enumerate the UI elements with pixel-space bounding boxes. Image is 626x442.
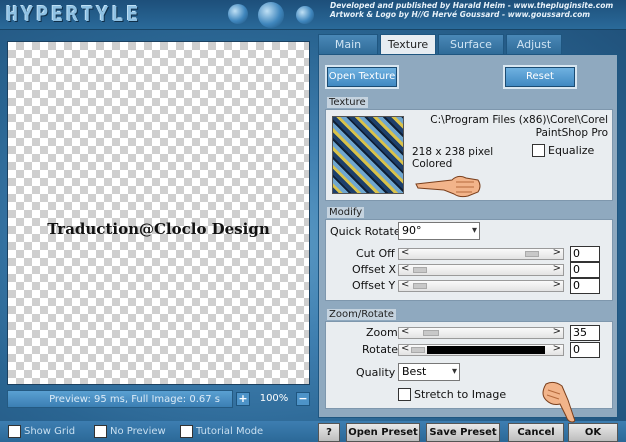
credits-line: Developed and published by Harald Heim -… xyxy=(330,1,614,10)
checkbox-box[interactable] xyxy=(180,425,193,438)
zoom-slider[interactable]: < > xyxy=(398,326,564,339)
equalize-checkbox[interactable]: Equalize xyxy=(532,144,594,157)
slider-thumb[interactable] xyxy=(525,251,539,257)
rotate-input[interactable]: 0 xyxy=(570,342,600,358)
arrow-left-icon[interactable]: < xyxy=(401,279,409,290)
show-grid-label: Show Grid xyxy=(24,426,76,437)
bubble-decoration xyxy=(228,4,248,24)
slider-thumb[interactable] xyxy=(413,267,427,273)
ok-button[interactable]: OK xyxy=(568,423,618,442)
slider-thumb[interactable] xyxy=(413,283,427,289)
stretch-label: Stretch to Image xyxy=(414,388,507,401)
preview-status: Preview: 95 ms, Full Image: 0.67 s xyxy=(7,390,233,408)
pointing-hand-icon xyxy=(415,175,481,198)
checkbox-box[interactable] xyxy=(398,388,411,401)
quick-rotate-select[interactable]: 90° ▾ xyxy=(398,222,480,240)
arrow-left-icon[interactable]: < xyxy=(401,326,409,337)
help-button[interactable]: ? xyxy=(318,423,340,442)
cancel-button[interactable]: Cancel xyxy=(508,423,564,442)
arrow-right-icon[interactable]: > xyxy=(553,247,561,258)
arrow-right-icon[interactable]: > xyxy=(553,326,561,337)
quick-rotate-label: Quick Rotate xyxy=(330,225,401,238)
checkbox-box[interactable] xyxy=(532,144,545,157)
offset-x-input[interactable]: 0 xyxy=(570,262,600,278)
show-grid-checkbox[interactable]: Show Grid xyxy=(8,425,75,438)
arrow-left-icon[interactable]: < xyxy=(401,247,409,258)
checkbox-box[interactable] xyxy=(8,425,21,438)
texture-size: 218 x 238 pixel xyxy=(412,146,494,158)
texture-thumbnail[interactable] xyxy=(332,116,404,194)
arrow-left-icon[interactable]: < xyxy=(401,343,409,354)
slider-thumb[interactable] xyxy=(411,347,425,353)
preview-canvas[interactable]: Traduction@Cloclo Design xyxy=(7,41,310,385)
texture-mode: Colored xyxy=(412,158,453,170)
zoom-out-button[interactable]: − xyxy=(296,392,310,406)
equalize-label: Equalize xyxy=(548,144,595,157)
zoom-in-button[interactable]: + xyxy=(236,392,250,406)
arrow-left-icon[interactable]: < xyxy=(401,263,409,274)
modify-section: Quick Rotate 90° ▾ Cut Off < > 0 Offset … xyxy=(325,219,613,301)
settings-panel: Main Texture Surface Adjust Open Texture… xyxy=(318,34,618,418)
quality-value: Best xyxy=(402,365,427,378)
texture-tab-panel: Open Texture Reset Texture C:\Program Fi… xyxy=(318,54,618,418)
zoom-level: 100% xyxy=(259,393,289,404)
logo: HYPERTYLE xyxy=(6,2,142,26)
section-title-texture: Texture xyxy=(327,97,368,108)
arrow-right-icon[interactable]: > xyxy=(553,263,561,274)
chevron-down-icon: ▾ xyxy=(471,225,477,236)
watermark-text: Traduction@Cloclo Design xyxy=(47,220,270,238)
offset-y-slider[interactable]: < > xyxy=(398,279,564,292)
reset-button[interactable]: Reset xyxy=(503,65,577,89)
zoom-label: Zoom xyxy=(366,326,398,339)
texture-path: C:\Program Files (x86)\Corel\Corel Paint… xyxy=(430,114,608,139)
cut-off-slider[interactable]: < > xyxy=(398,247,564,260)
tab-main[interactable]: Main xyxy=(318,34,378,54)
tab-surface[interactable]: Surface xyxy=(438,34,504,54)
arrow-right-icon[interactable]: > xyxy=(553,343,561,354)
credits: Developed and published by Harald Heim -… xyxy=(330,1,622,19)
offset-y-input[interactable]: 0 xyxy=(570,278,600,294)
rotate-slider[interactable]: < > xyxy=(398,343,564,356)
quality-label: Quality xyxy=(356,366,396,379)
credits-line: Artwork & Logo by H//G Hervé Goussard - … xyxy=(330,10,591,19)
tab-adjust[interactable]: Adjust xyxy=(506,34,562,54)
cut-off-input[interactable]: 0 xyxy=(570,246,600,262)
stretch-to-image-checkbox[interactable]: Stretch to Image xyxy=(398,388,506,401)
open-texture-button[interactable]: Open Texture xyxy=(325,65,399,89)
quality-select[interactable]: Best ▾ xyxy=(398,363,460,381)
chevron-down-icon: ▾ xyxy=(451,366,457,377)
section-title-zoom-rotate: Zoom/Rotate xyxy=(327,309,396,320)
save-preset-button[interactable]: Save Preset xyxy=(426,423,500,442)
bubble-decoration xyxy=(258,2,284,28)
slider-track-fill xyxy=(427,346,545,354)
hypertyle-window: HYPERTYLE Developed and published by Har… xyxy=(0,0,626,442)
offset-x-label: Offset X xyxy=(352,263,397,276)
tutorial-mode-checkbox[interactable]: Tutorial Mode xyxy=(180,425,263,438)
header-bar: HYPERTYLE Developed and published by Har… xyxy=(0,0,626,30)
offset-y-label: Offset Y xyxy=(352,279,396,292)
tab-texture[interactable]: Texture xyxy=(380,34,436,55)
checkbox-box[interactable] xyxy=(94,425,107,438)
texture-section: C:\Program Files (x86)\Corel\Corel Paint… xyxy=(325,109,613,201)
section-title-modify: Modify xyxy=(327,207,365,218)
offset-x-slider[interactable]: < > xyxy=(398,263,564,276)
quick-rotate-value: 90° xyxy=(402,224,422,237)
bubble-decoration xyxy=(296,6,314,24)
no-preview-checkbox[interactable]: No Preview xyxy=(94,425,166,438)
no-preview-label: No Preview xyxy=(110,426,166,437)
open-preset-button[interactable]: Open Preset xyxy=(346,423,420,442)
pointing-hand-icon xyxy=(542,381,576,423)
arrow-right-icon[interactable]: > xyxy=(553,279,561,290)
slider-thumb[interactable] xyxy=(423,330,439,336)
tutorial-mode-label: Tutorial Mode xyxy=(196,426,264,437)
rotate-label: Rotate xyxy=(362,343,399,356)
cut-off-label: Cut Off xyxy=(356,247,395,260)
zoom-input[interactable]: 35 xyxy=(570,325,600,341)
